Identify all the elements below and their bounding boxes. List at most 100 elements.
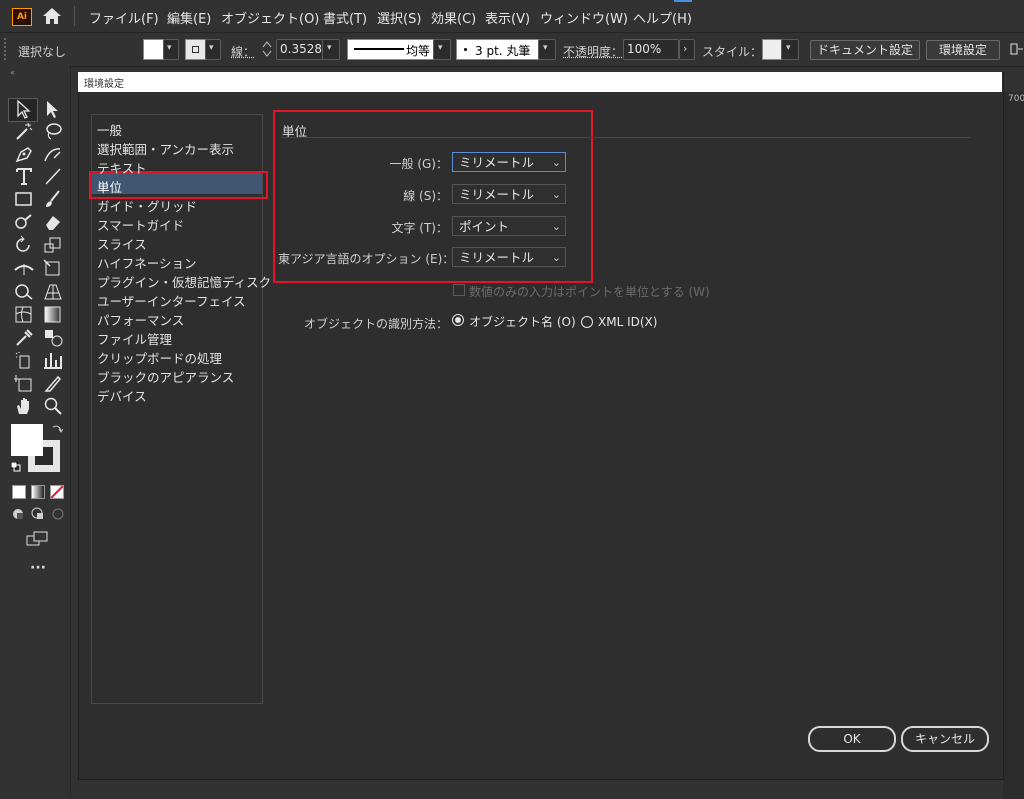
stroke-label[interactable]: 線： [231,43,255,60]
perspective-grid-tool-icon[interactable] [42,281,64,301]
numbers-only-checkbox[interactable] [453,284,465,296]
fill-color-swatch[interactable] [143,39,164,60]
zoom-tool-icon[interactable] [42,396,64,416]
direct-selection-tool-icon[interactable] [42,99,64,119]
type-units-select[interactable]: ポイント ⌄ [452,216,566,236]
identify-xml-id-radio[interactable] [581,316,593,328]
category-slices[interactable]: スライス [97,234,147,253]
menu-type[interactable]: 書式(T) [323,8,367,27]
draw-behind-icon[interactable] [31,507,45,521]
dialog-titlebar[interactable] [78,72,1002,92]
grip-handle[interactable] [4,38,6,60]
opacity-arrow[interactable]: › [679,39,695,60]
general-units-select[interactable]: ミリメートル ⌄ [452,152,566,172]
menu-object[interactable]: オブジェクト(O) [221,8,319,27]
mesh-tool-icon[interactable] [13,304,35,324]
category-user-interface[interactable]: ユーザーインターフェイス [97,291,246,310]
curvature-tool-icon[interactable] [42,144,64,164]
document-setup-button[interactable]: ドキュメント設定 [810,40,920,60]
lasso-tool-icon[interactable] [42,121,64,141]
stroke-stepper-icon[interactable] [262,40,272,58]
stroke-units-select[interactable]: ミリメートル ⌄ [452,184,566,204]
more-tools-icon[interactable]: ··· [30,560,46,576]
category-devices[interactable]: デバイス [97,386,147,405]
width-tool-icon[interactable] [13,258,35,278]
style-swatch[interactable] [762,39,782,60]
category-file-handling[interactable]: ファイル管理 [97,329,172,348]
screen-mode-icon[interactable] [26,531,50,547]
identify-object-name-radio[interactable] [452,314,464,326]
shape-builder-tool-icon[interactable] [13,281,35,301]
gradient-tool-icon[interactable] [42,304,64,324]
draw-normal-icon[interactable] [11,507,25,521]
identify-object-name-label[interactable]: オブジェクト名 (O) [469,313,576,330]
none-mode-icon[interactable] [50,485,64,499]
stroke-weight-input[interactable]: 0.3528 [276,39,324,60]
menu-file[interactable]: ファイル(F) [89,8,159,27]
rotate-tool-icon[interactable] [13,235,35,255]
color-mode-icon[interactable] [12,485,26,499]
menu-select[interactable]: 選択(S) [377,8,421,27]
column-graph-tool-icon[interactable] [42,350,64,370]
cancel-button[interactable]: キャンセル [901,726,989,752]
scale-tool-icon[interactable] [42,235,64,255]
numbers-only-label: 数値のみの入力はポイントを単位とする (W) [469,285,710,299]
stroke-profile-dropdown[interactable]: ▾ [433,39,451,60]
shaper-tool-icon[interactable] [13,212,35,232]
toolbox-collapse-icon[interactable]: « [10,68,15,77]
fill-dropdown[interactable]: ▾ [163,39,179,60]
menu-window[interactable]: ウィンドウ(W) [540,8,628,27]
blend-tool-icon[interactable] [42,327,64,347]
menu-divider [74,6,75,26]
category-clipboard[interactable]: クリップボードの処理 [97,348,222,367]
menu-help[interactable]: ヘルプ(H) [633,8,692,27]
category-plugins-scratch[interactable]: プラグイン・仮想記憶ディスク [97,272,271,291]
menu-effect[interactable]: 効果(C) [431,8,476,27]
stroke-profile-select[interactable]: 均等 [347,39,435,60]
hand-tool-icon[interactable] [13,396,35,416]
eraser-tool-icon[interactable] [42,212,64,232]
brush-select[interactable]: 3 pt. 丸筆 [456,39,540,60]
category-general[interactable]: 一般 [97,120,122,139]
category-selection-anchor[interactable]: 選択範囲・アンカー表示 [97,139,234,158]
stroke-dropdown[interactable]: ▾ [205,39,221,60]
pen-tool-icon[interactable] [13,144,35,164]
style-dropdown[interactable]: ▾ [781,39,799,60]
menu-edit[interactable]: 編集(E) [167,8,211,27]
opacity-label[interactable]: 不透明度： [563,43,623,60]
swap-colors-icon[interactable] [51,423,64,435]
category-performance[interactable]: パフォーマンス [97,310,184,329]
menu-view[interactable]: 表示(V) [485,8,530,27]
magic-wand-tool-icon[interactable] [13,121,35,141]
slice-tool-icon[interactable] [42,373,64,393]
default-colors-icon[interactable] [10,461,21,472]
stroke-weight-dropdown[interactable]: ▾ [322,39,340,60]
artboard-tool-icon[interactable] [13,373,35,393]
draw-inside-icon[interactable] [51,507,65,521]
brush-dropdown[interactable]: ▾ [538,39,556,60]
opacity-input[interactable]: 100% [623,39,679,60]
symbol-sprayer-tool-icon[interactable] [13,350,35,370]
type-tool-icon[interactable] [13,166,35,186]
identify-xml-id-label[interactable]: XML ID(X) [598,315,657,329]
free-transform-tool-icon[interactable] [42,258,64,278]
category-black-appearance[interactable]: ブラックのアピアランス [97,367,234,386]
rectangle-tool-icon[interactable] [13,189,35,209]
category-units[interactable]: 単位 [97,177,122,196]
fill-color-indicator[interactable] [11,424,43,456]
eyedropper-tool-icon[interactable] [13,327,35,347]
gradient-mode-icon[interactable] [31,485,45,499]
ok-button[interactable]: OK [808,726,896,752]
arrange-icon[interactable] [1010,41,1024,57]
home-icon[interactable] [42,7,62,25]
asian-units-select[interactable]: ミリメートル ⌄ [452,247,566,267]
category-smart-guides[interactable]: スマートガイド [97,215,184,234]
category-hyphenation[interactable]: ハイフネーション [97,253,197,272]
paintbrush-tool-icon[interactable] [42,189,64,209]
category-type[interactable]: テキスト [97,158,147,177]
selection-tool-icon[interactable] [13,99,35,119]
stroke-color-swatch[interactable] [185,39,206,60]
category-guides-grid[interactable]: ガイド・グリッド [97,196,197,215]
preferences-button[interactable]: 環境設定 [926,40,1000,60]
line-segment-tool-icon[interactable] [42,166,64,186]
